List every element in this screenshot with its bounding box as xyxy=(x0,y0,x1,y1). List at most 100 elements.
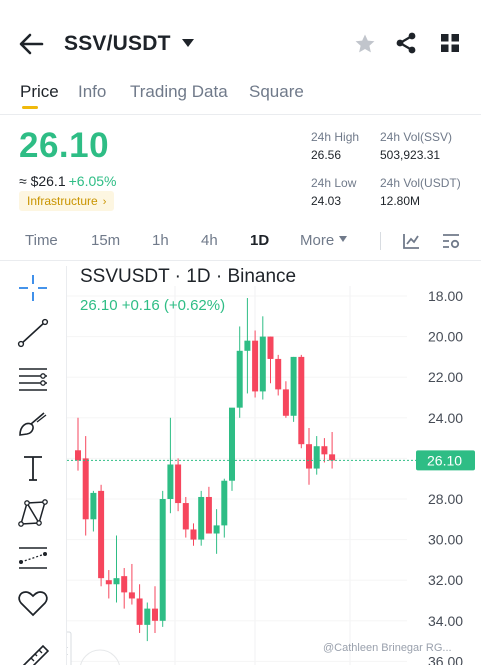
y-tick-label: 32.00 xyxy=(428,572,463,588)
tabs-divider xyxy=(0,114,481,115)
candle-body xyxy=(236,350,243,408)
main-tabs: Price Info Trading Data Square xyxy=(0,80,481,110)
chart-settings-icon[interactable] xyxy=(441,231,461,251)
tab-trading-data[interactable]: Trading Data xyxy=(130,82,228,102)
usd-price-line: ≈ $26.1 +6.05% xyxy=(19,173,116,189)
active-tab-indicator xyxy=(22,106,38,109)
candle-body xyxy=(144,608,151,625)
candle-body xyxy=(159,499,166,621)
vol-base-value: 503,923.31 xyxy=(380,148,441,162)
candle-body xyxy=(244,340,251,351)
candle-body xyxy=(98,490,105,579)
indicator-chart-icon[interactable] xyxy=(401,231,421,251)
candle-body xyxy=(152,608,158,621)
candle-body xyxy=(136,598,143,625)
candle-body xyxy=(82,458,89,520)
candle-body xyxy=(105,580,112,585)
candle-body xyxy=(75,450,81,461)
interval-1h[interactable]: 1h xyxy=(152,232,169,249)
share-icon[interactable] xyxy=(394,31,418,55)
usd-price: ≈ $26.1 xyxy=(19,173,66,189)
vol-quote-label: 24h Vol(USDT) xyxy=(380,176,461,190)
candle-body xyxy=(90,492,97,520)
caret-down-icon[interactable] xyxy=(182,39,194,47)
heart-icon[interactable] xyxy=(17,588,49,618)
category-tag[interactable]: Infrastructure › xyxy=(19,191,115,211)
candle-body xyxy=(205,496,212,534)
tab-square[interactable]: Square xyxy=(249,82,304,102)
low-label: 24h Low xyxy=(311,176,357,190)
candle-body xyxy=(175,464,182,504)
tab-info[interactable]: Info xyxy=(78,82,106,102)
pattern-icon[interactable] xyxy=(17,498,49,528)
interval-more[interactable]: More xyxy=(300,232,348,249)
high-label: 24h High xyxy=(311,130,360,144)
interval-15m[interactable]: 15m xyxy=(91,232,120,249)
chart-scroll-handle[interactable] xyxy=(67,631,72,665)
y-tick-label: 20.00 xyxy=(428,329,463,345)
price-change-percent: +6.05% xyxy=(68,173,117,189)
y-tick-label: 24.00 xyxy=(428,410,463,426)
y-tick-label: 28.00 xyxy=(428,491,463,507)
interval-4h[interactable]: 4h xyxy=(201,232,218,249)
status-bar xyxy=(0,0,481,4)
chart-title: SSVUSDT · 1D · Binance xyxy=(80,266,297,287)
category-tag-label: Infrastructure xyxy=(27,194,98,208)
vol-base-label: 24h Vol(SSV) xyxy=(380,130,453,144)
pair-title[interactable]: SSV/USDT xyxy=(64,32,171,56)
chart-subtitle: 26.10 +0.16 (+0.62%) xyxy=(80,297,226,314)
candle-body xyxy=(113,578,120,585)
vol-quote-value: 12.80M xyxy=(380,194,421,208)
interval-bar: Time 15m 1h 4h 1D More xyxy=(0,230,481,252)
interval-time[interactable]: Time xyxy=(25,232,58,249)
candle-body xyxy=(313,446,320,469)
candle-body xyxy=(321,446,328,455)
interval-1d[interactable]: 1D xyxy=(250,232,269,249)
y-tick-label: 22.00 xyxy=(428,369,463,385)
candle-body xyxy=(190,529,197,540)
tab-price[interactable]: Price xyxy=(20,82,59,102)
caret-down-icon xyxy=(339,236,348,242)
grid-icon[interactable] xyxy=(440,33,460,53)
brush-icon[interactable] xyxy=(17,408,49,438)
candle-body xyxy=(275,358,282,390)
candle-body xyxy=(267,336,274,359)
candle-body xyxy=(128,592,135,599)
high-value: 26.56 xyxy=(311,148,342,162)
candle-body xyxy=(229,407,235,481)
header-bar: SSV/USDT xyxy=(0,24,481,64)
chart-zoom-circle[interactable] xyxy=(80,649,120,665)
crosshair-icon[interactable] xyxy=(17,273,49,303)
star-icon[interactable] xyxy=(353,32,377,56)
interval-divider xyxy=(0,260,481,261)
candle-body xyxy=(252,340,259,392)
watermark: @Cathleen Brinegar RG... xyxy=(323,642,452,654)
drawing-toolbar xyxy=(0,266,66,665)
interval-more-label: More xyxy=(300,232,335,249)
chart-canvas: 18.0020.0022.0024.0026.0028.0030.0032.00… xyxy=(67,286,475,665)
candle-body xyxy=(121,576,128,593)
candle-body xyxy=(182,503,189,530)
y-tick-label: 30.00 xyxy=(428,532,463,548)
candle-body xyxy=(167,464,174,499)
y-tick-label: 36.00 xyxy=(428,653,463,665)
back-arrow-icon[interactable] xyxy=(18,32,44,56)
candle-body xyxy=(198,496,205,540)
candle-body xyxy=(329,454,336,461)
trend-line-icon[interactable] xyxy=(17,318,49,348)
y-tick-label: 18.00 xyxy=(428,288,463,304)
low-value: 24.03 xyxy=(311,194,342,208)
candle-body xyxy=(259,336,266,392)
candle-body xyxy=(213,525,220,534)
candle-body xyxy=(306,444,312,469)
candle-body xyxy=(298,356,305,445)
horizontal-lines-icon[interactable] xyxy=(17,363,49,393)
price-tag-label: 26.10 xyxy=(427,452,462,468)
candle-body xyxy=(221,480,228,526)
interval-separator xyxy=(380,232,381,250)
text-icon[interactable] xyxy=(17,453,49,483)
candle-body xyxy=(290,356,297,416)
candlestick-chart[interactable]: 18.0020.0022.0024.0026.0028.0030.0032.00… xyxy=(67,262,481,665)
ruler-icon[interactable] xyxy=(17,642,49,665)
measure-icon[interactable] xyxy=(17,543,49,573)
